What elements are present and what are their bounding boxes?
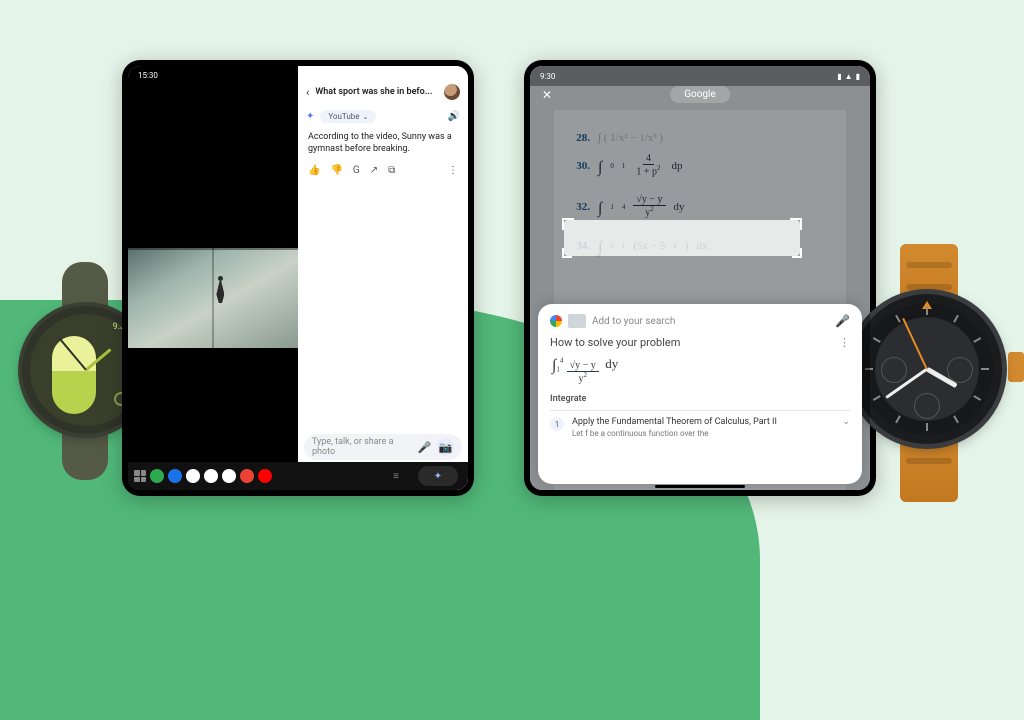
share-icon[interactable]: ↗ (370, 165, 378, 176)
assistant-panel: ‹ What sport was she in befo... ✦ YouTub… (298, 66, 468, 490)
step-subtext: Let f be a continuous function over the (572, 429, 777, 438)
foldable-tablet-left: 15:30 ▲ ▮ 100% ‹ What sport was she in b… (122, 60, 474, 496)
search-thumbnail (568, 314, 586, 328)
bezel-tick (953, 415, 959, 423)
document-title: Math Wor (557, 89, 596, 99)
source-chip-youtube[interactable]: YouTube ⌄ (320, 110, 376, 123)
app-youtube-icon[interactable] (258, 469, 272, 483)
bezel-tick (873, 337, 881, 343)
google-logo-icon (550, 315, 562, 327)
watch-complication (52, 336, 96, 414)
assistant-prompt-title: What sport was she in befo... (315, 87, 438, 97)
search-results-sheet: Add to your search 🎤 How to solve your p… (538, 304, 862, 484)
status-time: 9:30 (540, 72, 555, 81)
google-search-overlay[interactable]: Google (670, 86, 730, 103)
foldable-tablet-right: 9:30 ▮ ▲ ▮ ✕ ← Math Wor ▤ ✎ ⋮ Google (524, 60, 876, 496)
bezel-tick (953, 315, 959, 323)
sparkle-icon: ✦ (306, 111, 314, 122)
mic-icon[interactable]: 🎤 (835, 314, 850, 328)
sheet-equation: ∫14 √y − yy2 dy (550, 349, 850, 392)
chevron-down-icon: ⌄ (362, 113, 368, 121)
taskbar: ≡ ◻ ‹ ✦ (128, 462, 468, 490)
bezel-tick (895, 315, 901, 323)
assistant-launcher[interactable]: ✦ (418, 466, 458, 486)
sheet-heading: How to solve your problem (550, 336, 680, 349)
bezel-tick (895, 415, 901, 423)
step-number: 1 (550, 417, 564, 431)
bezel-tick (926, 423, 928, 431)
circle-to-search-selection[interactable] (564, 220, 800, 256)
more-icon[interactable]: ⋮ (448, 165, 458, 176)
app-messages-icon[interactable] (168, 469, 182, 483)
camera-icon[interactable]: 📷 (437, 438, 454, 456)
video-pane (128, 66, 298, 490)
smartwatch-right (852, 294, 1002, 444)
watch-subdial (881, 357, 907, 383)
wifi-icon: ▲ (420, 71, 428, 80)
close-icon[interactable]: ✕ (542, 88, 552, 102)
app-phone-icon[interactable] (150, 469, 164, 483)
app-playstore-icon[interactable] (240, 469, 254, 483)
assistant-answer: According to the video, Sunny was a gymn… (298, 127, 468, 163)
mic-icon[interactable]: 🎤 (418, 441, 432, 454)
assistant-input[interactable]: Type, talk, or share a photo 🎤 📷 (304, 434, 462, 460)
status-bar: 9:30 ▮ ▲ ▮ (530, 66, 870, 86)
app-photos-icon[interactable] (222, 469, 236, 483)
google-logo-text: Google (684, 89, 716, 100)
thumbs-down-icon[interactable]: 👎 (330, 165, 342, 176)
problem-number: 30. (568, 160, 590, 172)
profile-avatar[interactable] (444, 84, 460, 100)
bezel-tick (973, 395, 981, 401)
watch-crown[interactable] (1008, 352, 1024, 382)
chip-label: YouTube (328, 112, 359, 121)
bezel-tick (981, 368, 989, 370)
bezel-tick (926, 307, 928, 315)
signal-icon: ▮ (431, 71, 435, 80)
speaker-icon[interactable]: 🔊 (448, 111, 460, 122)
problem-number: 28. (568, 132, 590, 144)
doc-action-icon[interactable]: ▤ (819, 89, 828, 99)
search-input[interactable]: Add to your search (592, 316, 675, 327)
watch-subdial (914, 393, 940, 419)
input-placeholder: Type, talk, or share a photo (312, 437, 412, 457)
google-icon[interactable]: G (353, 165, 360, 176)
math-problem: 28. ∫ ( 1/x² − 1/x³ ) (568, 132, 832, 144)
signal-icon: ▮ (837, 72, 841, 81)
bezel-tick (873, 395, 881, 401)
battery-icon: ▮ (856, 72, 860, 81)
chevron-down-icon[interactable]: ⌄ (842, 417, 850, 438)
battery-text: 100% (439, 71, 458, 80)
math-problem: 30. ∫01 41 + p2 dp (568, 154, 832, 177)
app-gmail-icon[interactable] (204, 469, 218, 483)
app-chrome-icon[interactable] (186, 469, 200, 483)
status-time: 15:30 (138, 71, 158, 80)
nav-recents-icon[interactable]: ≡ (390, 471, 402, 482)
copy-icon[interactable]: ⧉ (388, 165, 395, 176)
more-icon[interactable]: ⋮ (851, 89, 860, 99)
sparkle-icon: ✦ (434, 471, 442, 482)
operation-label: Integrate (550, 394, 850, 404)
math-problem-selected: 32. ∫14 √y − yy2 dy (568, 195, 832, 218)
video-thumbnail[interactable] (128, 248, 298, 348)
bezel-tick (973, 337, 981, 343)
solution-step[interactable]: 1 Apply the Fundamental Theorem of Calcu… (550, 417, 850, 438)
back-icon[interactable]: ‹ (306, 86, 309, 99)
wifi-icon: ▲ (845, 72, 853, 81)
status-bar: 15:30 ▲ ▮ 100% (128, 66, 468, 84)
doc-action-icon[interactable]: ✎ (835, 89, 843, 99)
app-drawer-icon[interactable] (134, 470, 146, 482)
step-title: Apply the Fundamental Theorem of Calculu… (572, 417, 777, 427)
bezel-tick (865, 368, 873, 370)
home-indicator[interactable] (655, 485, 745, 488)
problem-number: 32. (568, 201, 590, 213)
watch-face (861, 303, 993, 435)
second-hand (903, 318, 928, 369)
thumbs-up-icon[interactable]: 👍 (308, 165, 320, 176)
more-icon[interactable]: ⋮ (839, 336, 850, 349)
